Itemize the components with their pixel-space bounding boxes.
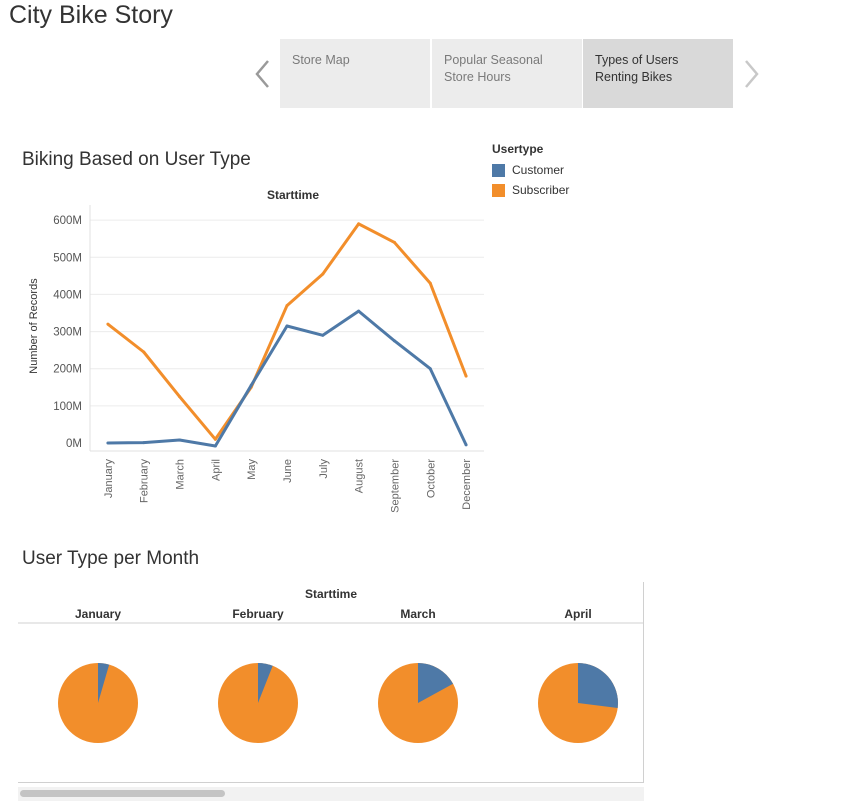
y-tick-label-2: 200M (53, 364, 82, 376)
point-customer-january (106, 441, 110, 445)
pie-label-april: April (564, 607, 591, 621)
legend-title: Usertype (492, 142, 544, 156)
x-tick-label-august: August (354, 459, 366, 493)
pie-view-border-right (643, 582, 644, 782)
x-tick-label-march: March (175, 459, 187, 490)
line-chart: Starttime 0M 100M 200M 300M 400M 500M 600M Numbe… (28, 188, 484, 513)
point-customer-may (249, 383, 253, 387)
pie-label-january: January (75, 607, 121, 621)
y-tick-label-6: 600M (53, 215, 82, 227)
scrollbar-thumb[interactable] (20, 790, 225, 797)
point-subscriber-december (464, 374, 468, 378)
pie-view-border-bottom (18, 782, 644, 783)
point-subscriber-april (213, 437, 217, 441)
y-tick-label-4: 400M (53, 289, 82, 301)
pie-label-march: March (400, 607, 435, 621)
point-subscriber-february (142, 350, 146, 354)
x-tick-label-january: January (103, 459, 115, 499)
point-customer-october (428, 367, 432, 371)
point-customer-april (213, 444, 217, 448)
y-tick-label-0: 0M (66, 438, 82, 450)
line-chart-title: Biking Based on User Type (22, 149, 251, 170)
point-customer-june (285, 324, 289, 328)
point-subscriber-january (106, 322, 110, 326)
legend-item-subscriber[interactable]: Subscriber (492, 180, 569, 200)
point-customer-september (392, 339, 396, 343)
x-tick-label-february: February (139, 459, 151, 504)
pie-chart-header: Starttime (305, 587, 357, 601)
story-point-seasonal-hours[interactable]: Popular Seasonal Store Hours (432, 39, 582, 108)
point-subscriber-march (178, 395, 182, 399)
point-subscriber-october (428, 281, 432, 285)
prev-story-arrow-icon[interactable] (251, 56, 275, 92)
point-customer-february (142, 441, 146, 445)
legend-swatch-customer (492, 163, 505, 177)
point-customer-july (321, 333, 325, 337)
point-subscriber-june (285, 304, 289, 308)
x-tick-label-december: December (461, 459, 473, 510)
pie-chart-grid: Starttime January February March April (18, 587, 644, 743)
story-point-store-map[interactable]: Store Map (280, 39, 430, 108)
next-story-arrow-icon[interactable] (740, 56, 764, 92)
x-tick-label-july: July (318, 459, 330, 479)
pie-slice-customer-april (578, 663, 618, 709)
x-tick-label-april: April (210, 459, 222, 481)
pie-chart-title: User Type per Month (22, 548, 200, 569)
x-tick-label-september: September (389, 459, 401, 513)
y-tick-label-5: 500M (53, 252, 82, 264)
point-subscriber-july (321, 272, 325, 276)
point-customer-december (464, 443, 468, 447)
line-chart-header: Starttime (267, 188, 319, 202)
legend-label-customer: Customer (512, 163, 565, 177)
point-subscriber-august (357, 222, 361, 226)
legend-label-subscriber: Subscriber (512, 183, 570, 197)
y-axis-label: Number of Records (28, 278, 40, 374)
y-tick-label-3: 300M (53, 327, 82, 339)
pie-label-february: February (232, 607, 284, 621)
x-tick-label-october: October (425, 459, 437, 498)
story-title: City Bike Story (9, 1, 173, 29)
x-tick-label-june: June (282, 459, 294, 483)
horizontal-scrollbar[interactable] (18, 787, 644, 801)
story-point-user-types[interactable]: Types of Users Renting Bikes (583, 39, 733, 108)
legend-item-customer[interactable]: Customer (492, 160, 569, 180)
point-customer-march (178, 438, 182, 442)
y-tick-label-1: 100M (53, 401, 82, 413)
legend: Usertype Customer Subscriber (492, 142, 569, 200)
x-tick-label-may: May (246, 459, 258, 480)
point-subscriber-september (392, 240, 396, 244)
point-customer-august (357, 309, 361, 313)
